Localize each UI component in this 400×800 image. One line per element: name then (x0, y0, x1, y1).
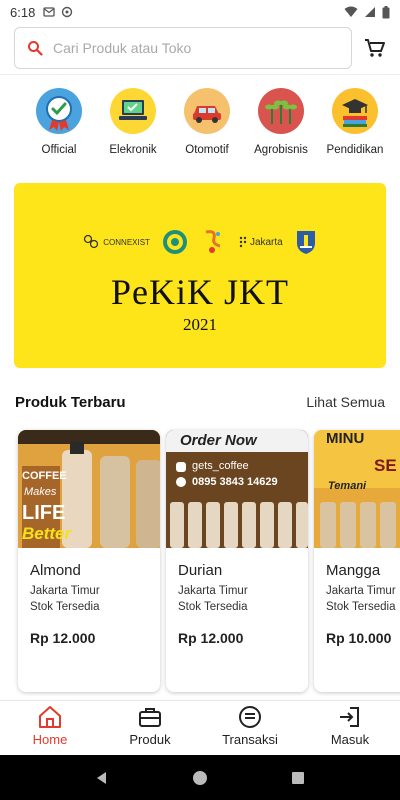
search-row (14, 27, 386, 69)
nav-label: Masuk (330, 732, 370, 747)
product-card[interactable]: COFFEE Makes LIFE Better Almond Jakarta … (18, 430, 160, 692)
product-price: Rp 12.000 (178, 630, 244, 646)
image-text-se: SE (374, 456, 397, 475)
gmail-icon (43, 7, 55, 17)
image-text-phone: 0895 3843 14629 (192, 476, 278, 488)
product-image: Order Now gets_coffee 0895 3843 14629 (166, 430, 308, 548)
signal-icon (365, 7, 375, 17)
category-list: Official Elekronik Otomotif Agrobisnis P… (0, 88, 400, 168)
home-icon (39, 706, 61, 728)
laptop-icon (110, 88, 156, 134)
login-icon (340, 707, 359, 727)
banner-title: PeKiK JKT (111, 272, 289, 312)
nav-label: Produk (129, 732, 171, 747)
category-elekronik[interactable]: Elekronik (96, 88, 170, 168)
dki-crest-icon (296, 231, 315, 254)
image-text-instagram: gets_coffee (192, 460, 249, 472)
wifi-icon (344, 6, 358, 17)
product-image: MINU SE Temani (314, 430, 400, 548)
recents-icon[interactable] (290, 770, 306, 786)
category-label: Elekronik (109, 144, 157, 156)
sprout-icon (258, 88, 304, 134)
product-price: Rp 10.000 (326, 630, 392, 646)
nav-label: Home (32, 732, 68, 747)
system-navigation (0, 755, 400, 800)
header-divider (0, 74, 400, 75)
graduation-cap-icon (332, 88, 378, 134)
product-price: Rp 12.000 (30, 630, 96, 646)
product-card[interactable]: MINU SE Temani Mangga Jakarta Timur Stok… (314, 430, 400, 692)
status-bar: 6:18 (0, 0, 400, 24)
product-name: Almond (30, 562, 81, 579)
nav-masuk[interactable]: Masuk (300, 701, 400, 755)
home-circle-icon[interactable] (192, 770, 208, 786)
connexist-text: CONNEXIST (103, 237, 150, 247)
verified-badge-icon (36, 88, 82, 134)
category-label: Official (41, 144, 77, 156)
cart-button[interactable] (352, 27, 386, 69)
jakarta-text: Jakarta (249, 236, 283, 248)
connexist-icon (84, 234, 99, 249)
nav-label: Transaksi (222, 732, 278, 747)
image-text-life: LIFE (22, 502, 66, 524)
bottom-navigation: Home Produk Transaksi Masuk (0, 700, 400, 755)
briefcase-icon (139, 708, 161, 727)
product-stock: Stok Tersedia (178, 601, 248, 613)
search-icon (28, 41, 43, 56)
image-text-order-now: Order Now (180, 432, 257, 449)
category-label: Agrobisnis (254, 144, 308, 156)
sync-icon (62, 6, 73, 18)
category-pendidikan[interactable]: Pendidikan (318, 88, 392, 168)
product-stock: Stok Tersedia (30, 601, 100, 613)
search-input[interactable] (53, 40, 333, 56)
battery-icon (382, 5, 390, 18)
see-all-link[interactable]: Lihat Semua (306, 394, 385, 410)
nav-transaksi[interactable]: Transaksi (200, 701, 300, 755)
banner-year: 2021 (183, 315, 217, 334)
category-official[interactable]: Official (22, 88, 96, 168)
product-image: COFFEE Makes LIFE Better (18, 430, 160, 548)
jakarta-anniversary-logo (205, 230, 221, 253)
status-time: 6:18 (10, 4, 36, 20)
transaction-icon (239, 706, 261, 728)
promo-banner[interactable]: CONNEXIST Jakarta PeKiK JKT 2021 (14, 183, 386, 368)
jakarta-dots-icon (239, 236, 247, 248)
product-location: Jakarta Timur (30, 585, 100, 597)
category-agrobisnis[interactable]: Agrobisnis (244, 88, 318, 168)
image-text-makes: Makes (24, 486, 57, 498)
category-label: Otomotif (185, 144, 229, 156)
search-box[interactable] (14, 27, 352, 69)
car-icon (184, 88, 230, 134)
nav-home[interactable]: Home (0, 701, 100, 755)
back-icon[interactable] (94, 770, 110, 786)
connexist-logo: CONNEXIST (83, 233, 150, 251)
product-location: Jakarta Timur (178, 585, 248, 597)
product-stock: Stok Tersedia (326, 601, 396, 613)
banner-logos: CONNEXIST Jakarta (14, 227, 386, 257)
image-text-better: Better (22, 524, 72, 543)
category-otomotif[interactable]: Otomotif (170, 88, 244, 168)
product-name: Durian (178, 562, 223, 579)
product-list: COFFEE Makes LIFE Better Almond Jakarta … (0, 420, 400, 696)
university-seal-icon (162, 230, 187, 254)
section-title: Produk Terbaru (15, 393, 126, 411)
jakarta-logo: Jakarta (238, 235, 283, 249)
image-text-temani: Temani (328, 480, 367, 492)
product-location: Jakarta Timur (326, 585, 396, 597)
product-card[interactable]: Order Now gets_coffee 0895 3843 14629 Du… (166, 430, 308, 692)
image-text-coffee: COFFEE (22, 470, 67, 482)
cart-icon (365, 39, 385, 57)
nav-produk[interactable]: Produk (100, 701, 200, 755)
product-name: Mangga (326, 562, 381, 579)
image-text-minu: MINU (326, 430, 365, 447)
category-label: Pendidikan (326, 144, 384, 156)
section-header: Produk Terbaru Lihat Semua (15, 392, 385, 412)
